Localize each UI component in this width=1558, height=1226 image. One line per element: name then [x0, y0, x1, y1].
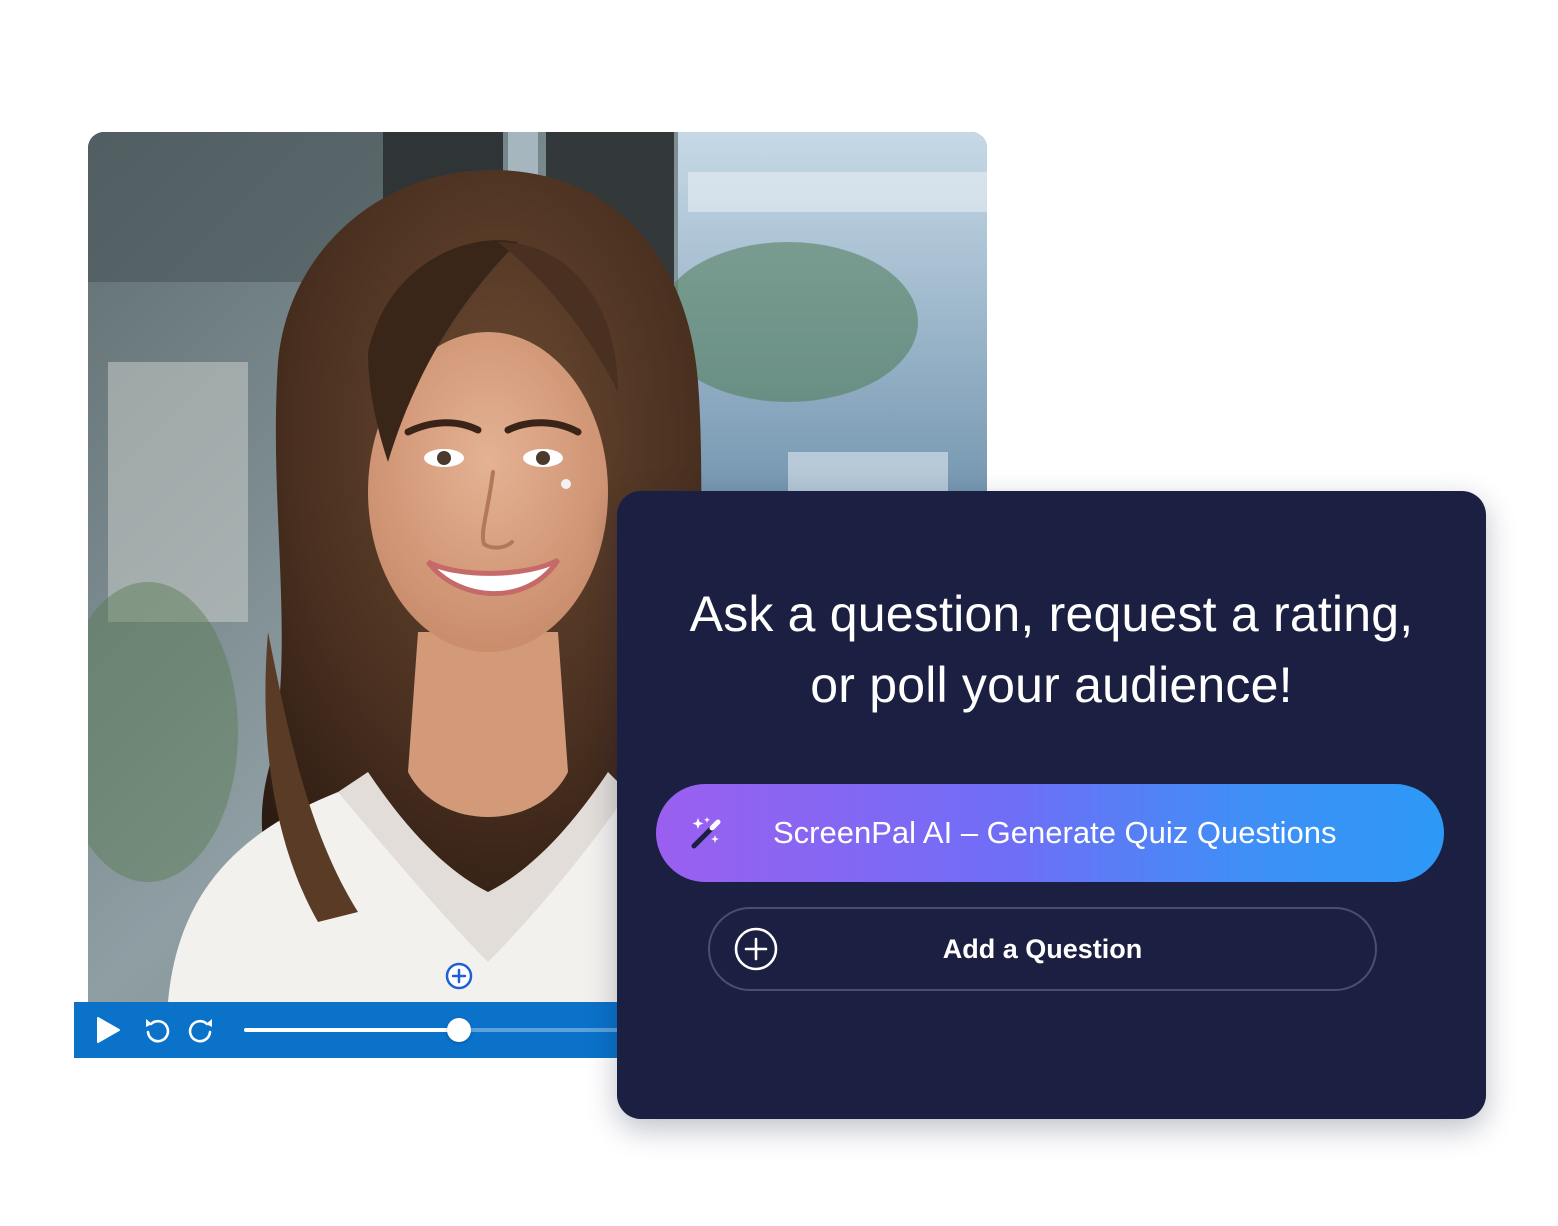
add-question-label: Add a Question — [942, 934, 1143, 964]
player-controls — [74, 1002, 634, 1058]
quiz-panel: Ask a question, request a rating, or pol… — [617, 491, 1486, 1119]
forward-icon[interactable] — [186, 1015, 216, 1045]
progress-track[interactable] — [244, 1018, 634, 1042]
rewind-icon[interactable] — [142, 1015, 172, 1045]
add-question-button[interactable]: Add a Question — [708, 907, 1377, 991]
panel-headline: Ask a question, request a rating, or pol… — [617, 579, 1486, 721]
stage: Ask a question, request a rating, or pol… — [0, 0, 1558, 1226]
play-icon[interactable] — [92, 1015, 122, 1045]
plus-circle-icon — [734, 927, 778, 971]
add-marker-icon[interactable] — [445, 962, 473, 990]
generate-quiz-questions-button[interactable]: ScreenPal AI – Generate Quiz Questions — [656, 784, 1444, 882]
generate-quiz-questions-label: ScreenPal AI – Generate Quiz Questions — [773, 815, 1337, 850]
progress-fill — [244, 1028, 459, 1032]
progress-handle[interactable] — [446, 1018, 471, 1042]
headline-line-1: Ask a question, request a rating, — [689, 586, 1414, 642]
headline-line-2: or poll your audience! — [810, 657, 1293, 713]
magic-wand-icon — [691, 817, 721, 849]
